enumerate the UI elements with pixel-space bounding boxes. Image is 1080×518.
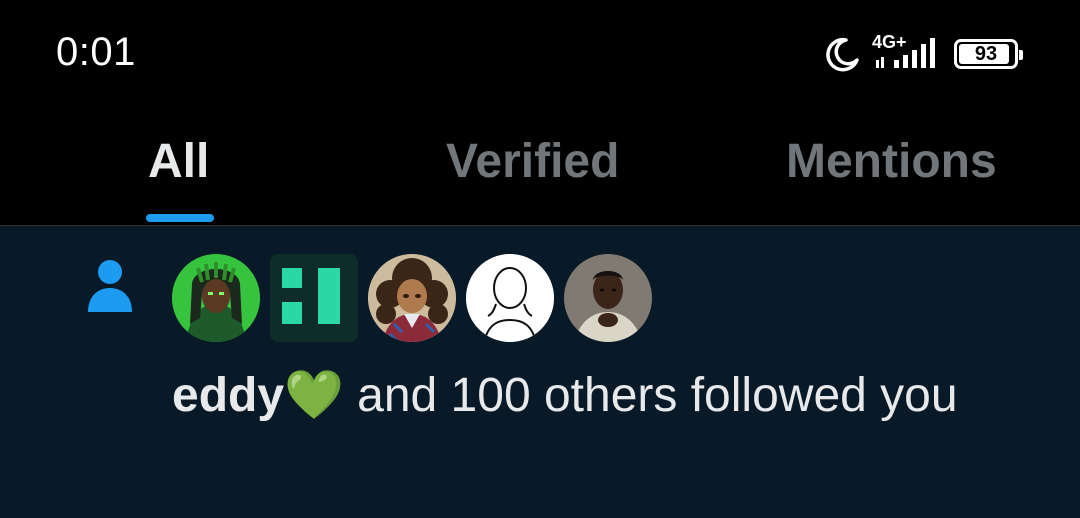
person-icon	[88, 260, 132, 312]
avatar-row	[172, 254, 652, 342]
avatar-green-logo[interactable]	[270, 254, 358, 342]
status-time: 0:01	[56, 30, 136, 74]
follower-name[interactable]: eddy💚	[172, 369, 344, 422]
battery-label: 93	[974, 42, 998, 65]
tab-all[interactable]: All	[148, 134, 209, 189]
tab-mentions[interactable]: Mentions	[786, 134, 997, 189]
notification-message: and 100 others followed you	[343, 369, 958, 422]
avatar-photo-man[interactable]	[564, 254, 652, 342]
status-bar: 0:01 4G+ 93	[0, 0, 1080, 110]
notification-feed: eddy💚 and 100 others followed you	[0, 225, 1080, 518]
avatar-curly-hair-girl[interactable]	[368, 254, 456, 342]
status-icons: 4G+ 93	[824, 32, 1023, 74]
avatar-green-dreadlocks[interactable]	[172, 254, 260, 342]
tab-verified[interactable]: Verified	[446, 134, 619, 189]
avatar-blank-sketch[interactable]	[466, 254, 554, 342]
notification-text: eddy💚 and 100 others followed you	[172, 361, 1012, 431]
moon-icon	[826, 37, 859, 72]
signal-icon: 4G+	[872, 32, 942, 74]
notification-tabs: All Verified Mentions	[0, 110, 1080, 225]
active-tab-indicator	[146, 214, 214, 222]
battery-icon: 93	[954, 39, 1023, 69]
